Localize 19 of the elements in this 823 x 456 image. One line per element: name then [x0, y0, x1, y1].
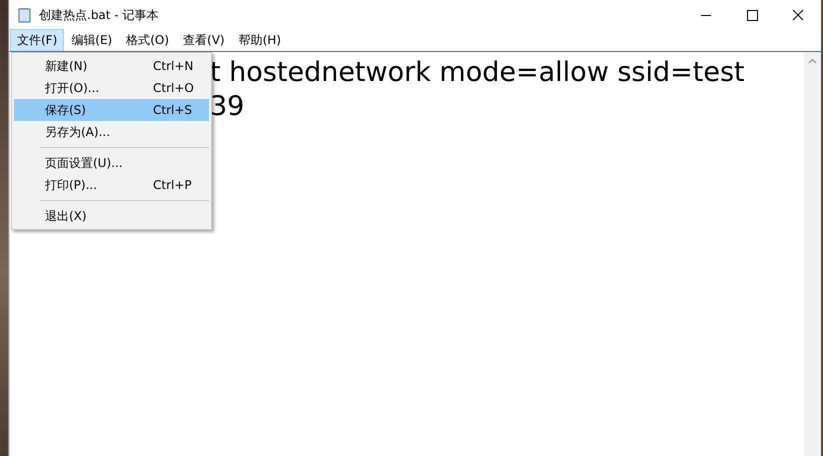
- menu-item[interactable]: 编辑(E): [64, 29, 120, 52]
- menu-option[interactable]: 退出(X): [14, 205, 209, 227]
- text-line: 39: [210, 90, 246, 124]
- menu-item[interactable]: 查看(V): [176, 29, 232, 52]
- scrollbar[interactable]: [804, 52, 821, 456]
- scroll-up-icon[interactable]: [808, 58, 817, 64]
- window-title: 创建热点.bat - 记事本: [39, 6, 160, 24]
- menu-option[interactable]: 打开(O)... Ctrl+O: [14, 77, 209, 99]
- menu-item[interactable]: 帮助(H): [232, 29, 288, 52]
- notepad-icon: [17, 7, 33, 23]
- menu-option[interactable]: 新建(N) Ctrl+N: [14, 55, 209, 77]
- text-line: t hostednetwork mode=allow ssid=test: [210, 56, 746, 90]
- menu-option[interactable]: 打印(P)... Ctrl+P: [14, 174, 209, 196]
- menu-item[interactable]: 格式(O): [119, 29, 176, 52]
- menu-option[interactable]: 页面设置(U)...: [14, 152, 209, 174]
- menu-option[interactable]: 保存(S) Ctrl+S: [14, 99, 209, 121]
- text-editor[interactable]: t hostednetwork mode=allow ssid=test 39 新建(N) Ctrl+N 打开(O)... Ctrl+O 保存(S) Ctrl+S 另存为(A)... 页面设置(U)... 打印(P)... Ctrl+P 退出(X): [9, 51, 821, 456]
- menu-item[interactable]: 文件(F): [10, 29, 64, 52]
- menu-option[interactable]: 另存为(A)...: [14, 121, 209, 143]
